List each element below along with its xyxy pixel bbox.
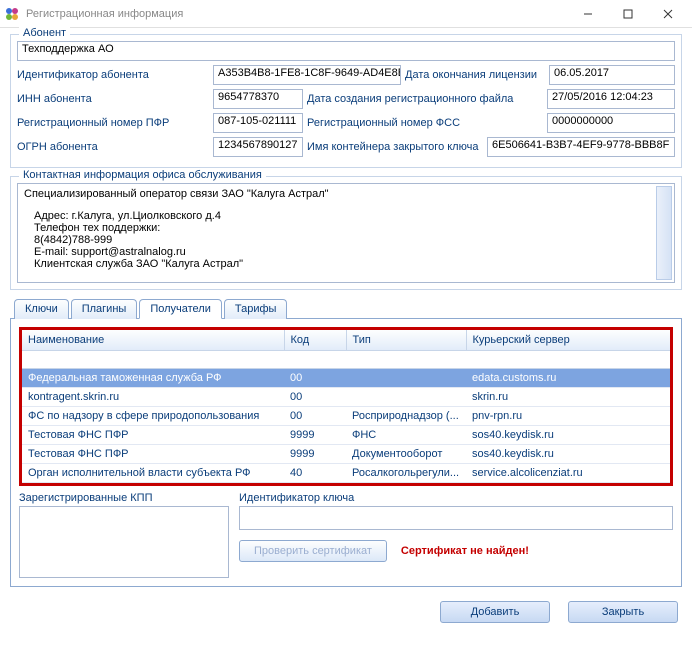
license-end-label: Дата окончания лицензии <box>405 69 545 81</box>
cell-type <box>346 369 466 388</box>
cell-server: edata.customs.ru <box>466 369 670 388</box>
container-label: Имя контейнера закрытого ключа <box>307 141 483 153</box>
table-row[interactable]: Тестовая ФНС ПФР 9999 ФНС sos40.keydisk.… <box>22 426 670 445</box>
tab-recipients[interactable]: Получатели <box>139 299 222 319</box>
cell-code: 9999 <box>284 445 346 464</box>
contact-textbox[interactable]: Специализированный оператор связи ЗАО "К… <box>17 183 675 283</box>
table-row[interactable]: kontragent.skrin.ru 00 skrin.ru <box>22 388 670 407</box>
close-dialog-button[interactable]: Закрыть <box>568 601 678 623</box>
subscriber-id-input[interactable]: A353B4B8-1FE8-1C8F-9649-AD4E8B <box>213 65 401 85</box>
tabs-bar: Ключи Плагины Получатели Тарифы <box>14 298 682 318</box>
cell-server: sos40.keydisk.ru <box>466 426 670 445</box>
cell-type: Росалкогольрегули... <box>346 464 466 483</box>
cell-name: kontragent.skrin.ru <box>22 388 284 407</box>
recipients-table-wrap: Наименование Код Тип Курьерский сервер Ф… <box>19 327 673 486</box>
th-server[interactable]: Курьерский сервер <box>466 330 670 351</box>
key-id-input[interactable] <box>239 506 673 530</box>
subscriber-name-input[interactable]: Техподдержка АО <box>17 41 675 61</box>
tab-tariffs[interactable]: Тарифы <box>224 299 288 319</box>
cell-code: 00 <box>284 369 346 388</box>
tab-plugins[interactable]: Плагины <box>71 299 138 319</box>
cell-name: Федеральная таможенная служба РФ <box>22 369 284 388</box>
contact-line: E-mail: support@astralnalog.ru <box>24 246 668 258</box>
contact-fieldset: Контактная информация офиса обслуживания… <box>10 176 682 290</box>
license-end-input[interactable]: 06.05.2017 <box>549 65 675 85</box>
cell-server: skrin.ru <box>466 388 670 407</box>
fss-label: Регистрационный номер ФСС <box>307 117 543 129</box>
close-button[interactable] <box>648 0 688 28</box>
contact-line: Клиентская служба ЗАО "Калуга Астрал" <box>24 258 668 270</box>
window-title: Регистрационная информация <box>26 8 568 20</box>
th-name[interactable]: Наименование <box>22 330 284 351</box>
ogrn-input[interactable]: 1234567890127 <box>213 137 303 157</box>
tab-keys[interactable]: Ключи <box>14 299 69 319</box>
app-icon <box>4 6 20 22</box>
cell-name: Тестовая ФНС ПФР <box>22 426 284 445</box>
th-type[interactable]: Тип <box>346 330 466 351</box>
add-button[interactable]: Добавить <box>440 601 550 623</box>
pfr-input[interactable]: 087-105-021111 <box>213 113 303 133</box>
contact-line: 8(4842)788-999 <box>24 234 668 246</box>
inn-label: ИНН абонента <box>17 93 209 105</box>
cell-type: Росприроднадзор (... <box>346 407 466 426</box>
cell-server: sos40.keydisk.ru <box>466 445 670 464</box>
key-id-label: Идентификатор ключа <box>239 492 673 504</box>
cell-name: ФС по надзору в сфере природопользования <box>22 407 284 426</box>
container-input[interactable]: 6E506641-B3B7-4EF9-9778-BBB8F <box>487 137 675 157</box>
contact-line: Телефон тех поддержки: <box>24 222 668 234</box>
pfr-label: Регистрационный номер ПФР <box>17 117 209 129</box>
cell-server: service.alcolicenziat.ru <box>466 464 670 483</box>
inn-input[interactable]: 9654778370 <box>213 89 303 109</box>
minimize-button[interactable] <box>568 0 608 28</box>
reg-file-date-label: Дата создания регистрационного файла <box>307 93 543 105</box>
cell-type <box>346 388 466 407</box>
cell-name: Орган исполнительной власти субъекта РФ <box>22 464 284 483</box>
cell-type: Документооборот <box>346 445 466 464</box>
check-cert-button[interactable]: Проверить сертификат <box>239 540 387 562</box>
th-code[interactable]: Код <box>284 330 346 351</box>
contact-line: Адрес: г.Калуга, ул.Циолковского д.4 <box>24 210 668 222</box>
scrollbar-vertical[interactable] <box>656 186 672 280</box>
table-row[interactable]: ФС по надзору в сфере природопользования… <box>22 407 670 426</box>
recipients-table: Наименование Код Тип Курьерский сервер Ф… <box>22 330 670 483</box>
cell-code: 00 <box>284 407 346 426</box>
fss-input[interactable]: 0000000000 <box>547 113 675 133</box>
cell-type: ФНС <box>346 426 466 445</box>
table-row[interactable]: Орган исполнительной власти субъекта РФ … <box>22 464 670 483</box>
window-titlebar: Регистрационная информация <box>0 0 692 28</box>
cert-warning-text: Сертификат не найден! <box>401 545 529 557</box>
subscriber-fieldset: Абонент Техподдержка АО Идентификатор аб… <box>10 34 682 168</box>
kpp-label: Зарегистрированные КПП <box>19 492 229 504</box>
cell-name: Тестовая ФНС ПФР <box>22 445 284 464</box>
table-row[interactable]: Тестовая ФНС ПФР 9999 Документооборот so… <box>22 445 670 464</box>
cell-code: 40 <box>284 464 346 483</box>
filter-row[interactable] <box>22 351 670 369</box>
ogrn-label: ОГРН абонента <box>17 141 209 153</box>
cell-code: 9999 <box>284 426 346 445</box>
cell-server: pnv-rpn.ru <box>466 407 670 426</box>
maximize-button[interactable] <box>608 0 648 28</box>
table-row[interactable]: Федеральная таможенная служба РФ 00 edat… <box>22 369 670 388</box>
reg-file-date-input[interactable]: 27/05/2016 12:04:23 <box>547 89 675 109</box>
kpp-input[interactable] <box>19 506 229 578</box>
subscriber-legend: Абонент <box>19 27 70 39</box>
cell-code: 00 <box>284 388 346 407</box>
contact-line: Специализированный оператор связи ЗАО "К… <box>24 188 668 200</box>
tab-panel-recipients: Наименование Код Тип Курьерский сервер Ф… <box>10 318 682 587</box>
subscriber-id-label: Идентификатор абонента <box>17 69 209 81</box>
contact-legend: Контактная информация офиса обслуживания <box>19 169 266 181</box>
